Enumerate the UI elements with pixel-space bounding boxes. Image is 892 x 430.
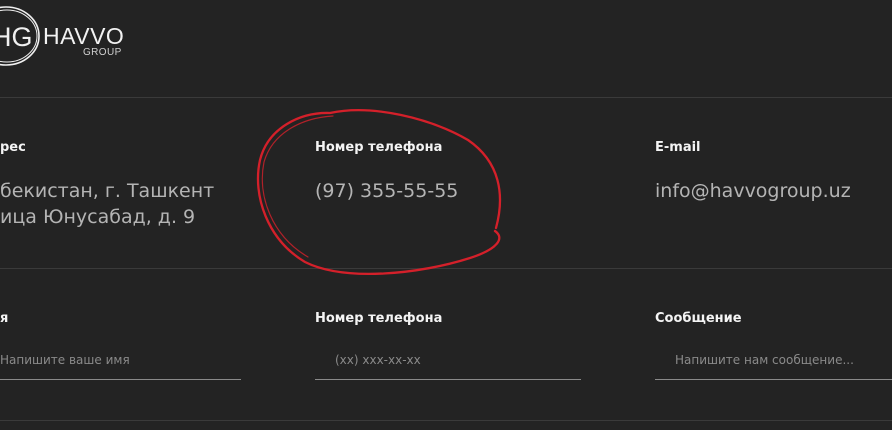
phone-input[interactable]: [315, 342, 581, 378]
name-field: [0, 342, 241, 380]
name-field-label: я: [0, 311, 9, 326]
logo-mark-icon: HG: [0, 6, 40, 66]
message-field: [655, 342, 892, 380]
phone-label: Номер телефона: [315, 140, 443, 155]
message-input[interactable]: [655, 342, 892, 378]
phone-field: [315, 342, 581, 380]
divider: [0, 268, 892, 269]
divider: [0, 420, 892, 421]
divider: [0, 97, 892, 98]
logo-mark-letters: HG: [0, 22, 33, 52]
email-address[interactable]: info@havvogroup.uz: [655, 178, 851, 204]
address-line-1: бекистан, г. Ташкент: [0, 180, 215, 202]
address-label: рес: [0, 140, 26, 155]
message-field-label: Сообщение: [655, 311, 742, 326]
address-line-2: ица Юнусабад, д. 9: [0, 206, 196, 228]
contact-page: HG HAVVO GROUP рес бекистан, г. Ташкент …: [0, 0, 892, 430]
phone-field-label: Номер телефона: [315, 311, 443, 326]
phone-number[interactable]: (97) 355-55-55: [315, 178, 458, 204]
name-input[interactable]: [0, 342, 241, 378]
email-label: E-mail: [655, 140, 701, 155]
logo-name: HAVVO: [43, 23, 125, 49]
logo-subtitle: GROUP: [83, 47, 122, 58]
